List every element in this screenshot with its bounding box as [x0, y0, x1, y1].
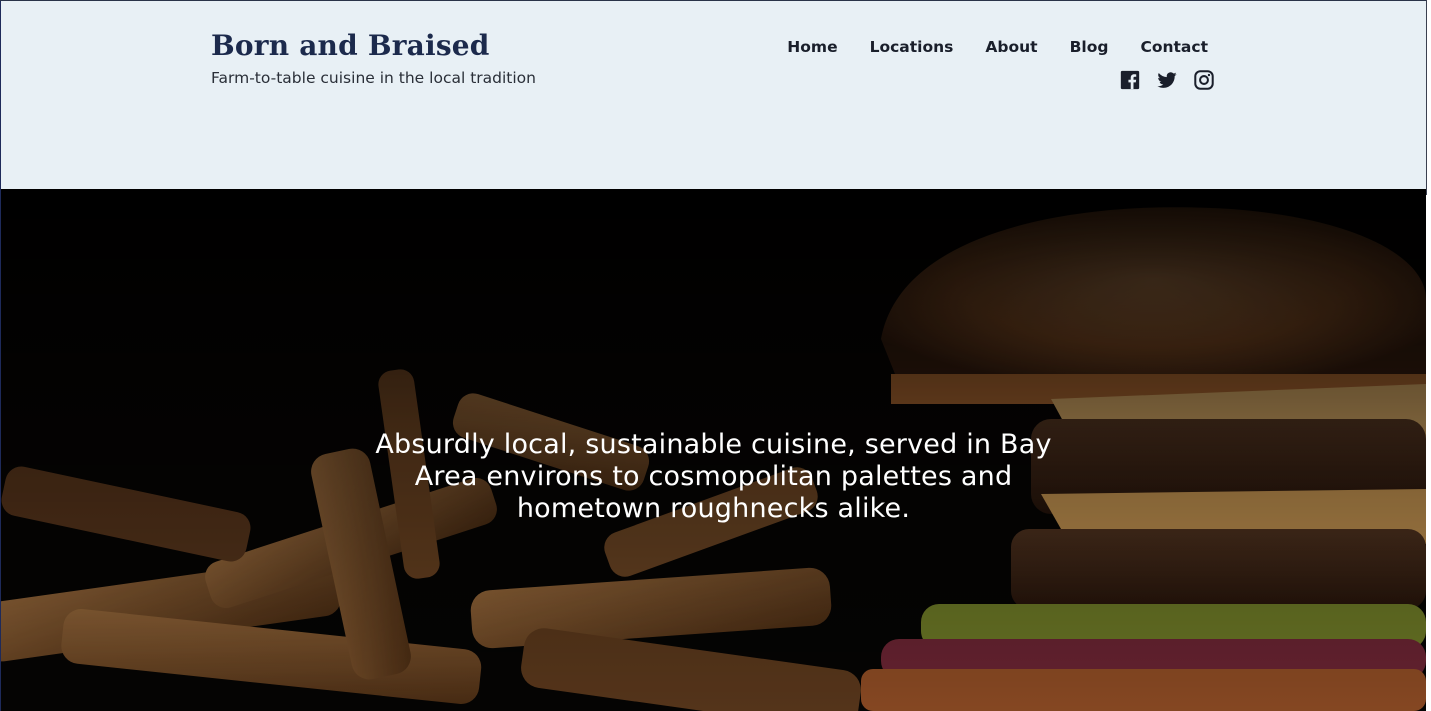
site-title[interactable]: Born and Braised	[211, 29, 490, 62]
nav-about[interactable]: About	[953, 38, 1037, 56]
nav-blog[interactable]: Blog	[1038, 38, 1109, 56]
hero-headline: Absurdly local, sustainable cuisine, ser…	[375, 429, 1052, 524]
main-nav: Home Locations About Blog Contact	[787, 38, 1208, 56]
nav-contact[interactable]: Contact	[1108, 38, 1208, 56]
site-tagline: Farm-to-table cuisine in the local tradi…	[211, 69, 536, 87]
facebook-icon[interactable]	[1119, 69, 1141, 91]
social-links	[1119, 69, 1215, 91]
window-edge-right	[1426, 0, 1431, 711]
site-header: Born and Braised Farm-to-table cuisine i…	[1, 1, 1426, 189]
nav-locations[interactable]: Locations	[838, 38, 954, 56]
nav-home[interactable]: Home	[787, 38, 837, 56]
instagram-icon[interactable]	[1193, 69, 1215, 91]
hero-banner: Absurdly local, sustainable cuisine, ser…	[1, 189, 1426, 711]
twitter-icon[interactable]	[1156, 69, 1178, 91]
